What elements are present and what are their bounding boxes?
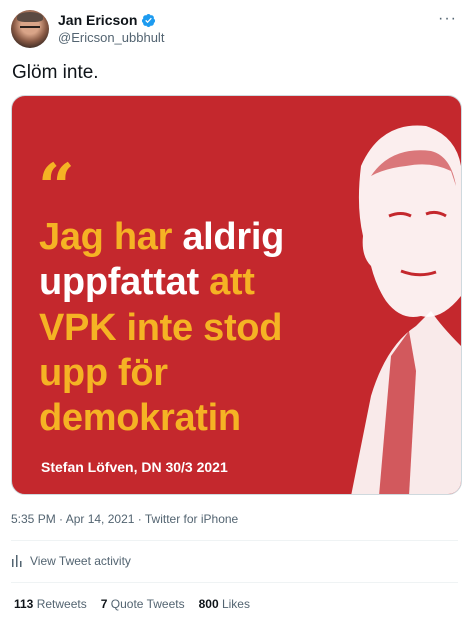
likes-stat[interactable]: 800 Likes — [199, 597, 250, 611]
avatar[interactable] — [11, 10, 49, 48]
tweet-text: Glöm inte. — [12, 62, 99, 83]
author-handle[interactable]: @Ericson_ubbhult — [58, 30, 164, 45]
quote-text: aldrig — [182, 216, 285, 258]
tweet-timestamp[interactable]: 5:35 PM · Apr 14, 2021 · Twitter for iPh… — [11, 512, 238, 526]
quote-line-1: Jag har aldrig — [39, 218, 284, 256]
author-name-row[interactable]: Jan Ericson — [58, 12, 156, 28]
portrait-illustration — [351, 125, 461, 494]
quote-line-3: VPK inte stod — [39, 307, 283, 349]
retweets-stat[interactable]: 113 Retweets — [14, 597, 87, 611]
quote-text: Jag har — [39, 216, 183, 258]
author-display-name[interactable]: Jan Ericson — [58, 12, 137, 28]
verified-badge-icon — [142, 13, 156, 27]
likes-count: 800 — [198, 597, 219, 611]
quote-attribution: Stefan Löfven, DN 30/3 2021 — [41, 459, 228, 475]
tweet-image[interactable]: “ Jag har aldrig uppfattat att VPK inte … — [11, 95, 462, 495]
divider — [11, 582, 458, 583]
divider — [11, 540, 458, 541]
quotes-label: Quote Tweets — [110, 597, 185, 611]
likes-label: Likes — [221, 597, 250, 611]
quote-mark: “ — [38, 150, 75, 225]
engagement-stats: 113 Retweets 7 Quote Tweets 800 Likes — [14, 597, 250, 611]
quote-text: att — [209, 261, 255, 303]
quote-line-2: uppfattat att — [39, 263, 255, 301]
quote-line-5: demokratin — [39, 397, 241, 439]
view-tweet-activity-link[interactable]: View Tweet activity — [12, 554, 131, 568]
avatar-glasses — [20, 26, 40, 31]
retweets-label: Retweets — [36, 597, 87, 611]
quotes-count: 7 — [100, 597, 108, 611]
more-horizontal-icon[interactable]: ··· — [438, 10, 457, 28]
avatar-hair — [17, 12, 43, 22]
bar-chart-icon — [12, 555, 22, 567]
quote-tweets-stat[interactable]: 7 Quote Tweets — [101, 597, 185, 611]
quote-line-4: upp för — [39, 352, 168, 394]
quote-text: uppfattat — [39, 261, 210, 303]
activity-label: View Tweet activity — [30, 554, 131, 568]
retweets-count: 113 — [14, 597, 34, 611]
